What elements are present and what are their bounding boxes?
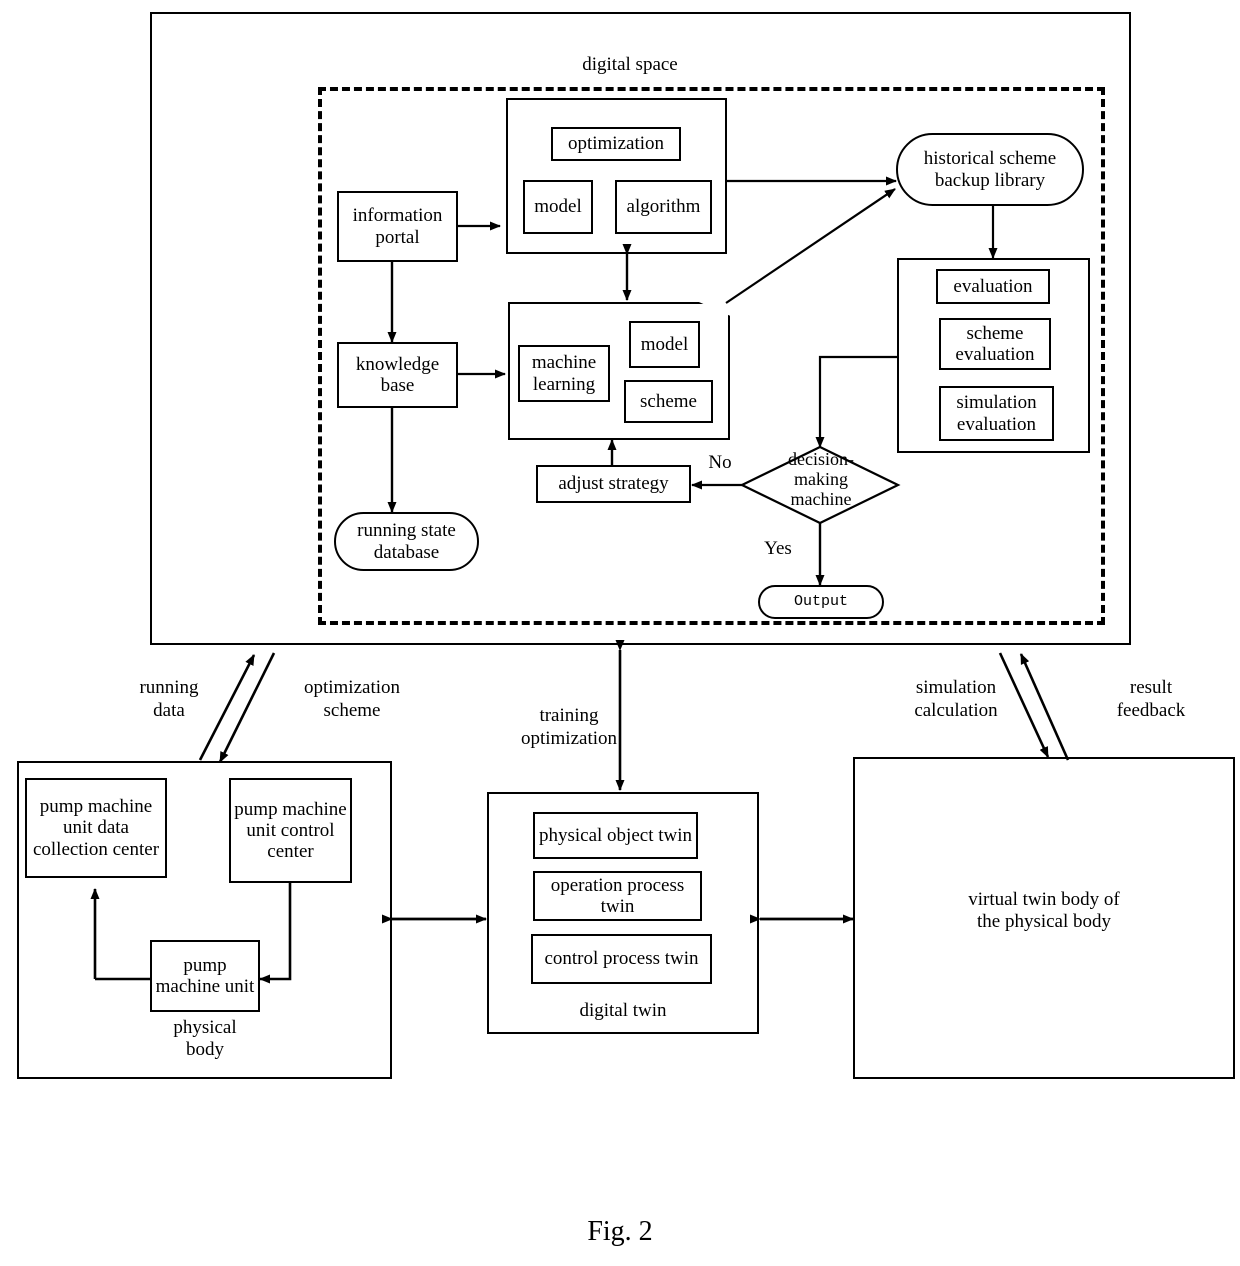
learning-scheme-box[interactable]: scheme xyxy=(624,380,713,423)
learning-model-box[interactable]: model xyxy=(629,321,700,368)
operation-process-twin-box[interactable]: operation process twin xyxy=(533,871,702,921)
control-process-twin-box[interactable]: control process twin xyxy=(531,934,712,984)
pump-unit-data-collection-center-box[interactable]: pump machine unit data collection center xyxy=(25,778,167,878)
pump-unit-control-center-box[interactable]: pump machine unit control center xyxy=(229,778,352,883)
training-optimization-label: training optimization xyxy=(520,705,618,749)
machine-learning-box[interactable]: machine learning xyxy=(518,345,610,402)
historical-scheme-backup-library-oval[interactable]: historical scheme backup library xyxy=(896,133,1084,206)
running-data-label: running data xyxy=(139,677,199,721)
optimization-algorithm-box[interactable]: algorithm xyxy=(615,180,712,234)
simulation-calculation-label: simulation calculation xyxy=(914,677,998,721)
simulation-evaluation-box[interactable]: simulation evaluation xyxy=(939,386,1054,441)
scheme-evaluation-box[interactable]: scheme evaluation xyxy=(939,318,1051,370)
adjust-strategy-box[interactable]: adjust strategy xyxy=(536,465,691,503)
figure-canvas: digital space information portal knowled… xyxy=(0,0,1240,1266)
optimization-label-box[interactable]: optimization xyxy=(551,127,681,161)
decision-yes-label: Yes xyxy=(764,538,792,559)
running-state-database-oval[interactable]: running state database xyxy=(334,512,479,571)
decision-no-label: No xyxy=(708,452,732,473)
physical-body-label: physical body xyxy=(173,1017,237,1061)
decision-making-machine-label[interactable]: decision- making machine xyxy=(762,449,880,509)
figure-caption: Fig. 2 xyxy=(587,1216,653,1247)
information-portal-box[interactable]: information portal xyxy=(337,191,458,262)
virtual-twin-label: virtual twin body of the physical body xyxy=(968,889,1120,933)
optimization-model-box[interactable]: model xyxy=(523,180,593,234)
digital-twin-label: digital twin xyxy=(579,1000,667,1021)
knowledge-base-box[interactable]: knowledge base xyxy=(337,342,458,408)
physical-object-twin-box[interactable]: physical object twin xyxy=(533,812,698,859)
output-oval[interactable]: Output xyxy=(758,585,884,619)
result-feedback-label: result feedback xyxy=(1116,677,1186,721)
digital-space-title: digital space xyxy=(582,54,678,75)
pump-machine-unit-box[interactable]: pump machine unit xyxy=(150,940,260,1012)
optimization-scheme-label: optimization scheme xyxy=(303,677,401,721)
evaluation-box[interactable]: evaluation xyxy=(936,269,1050,304)
